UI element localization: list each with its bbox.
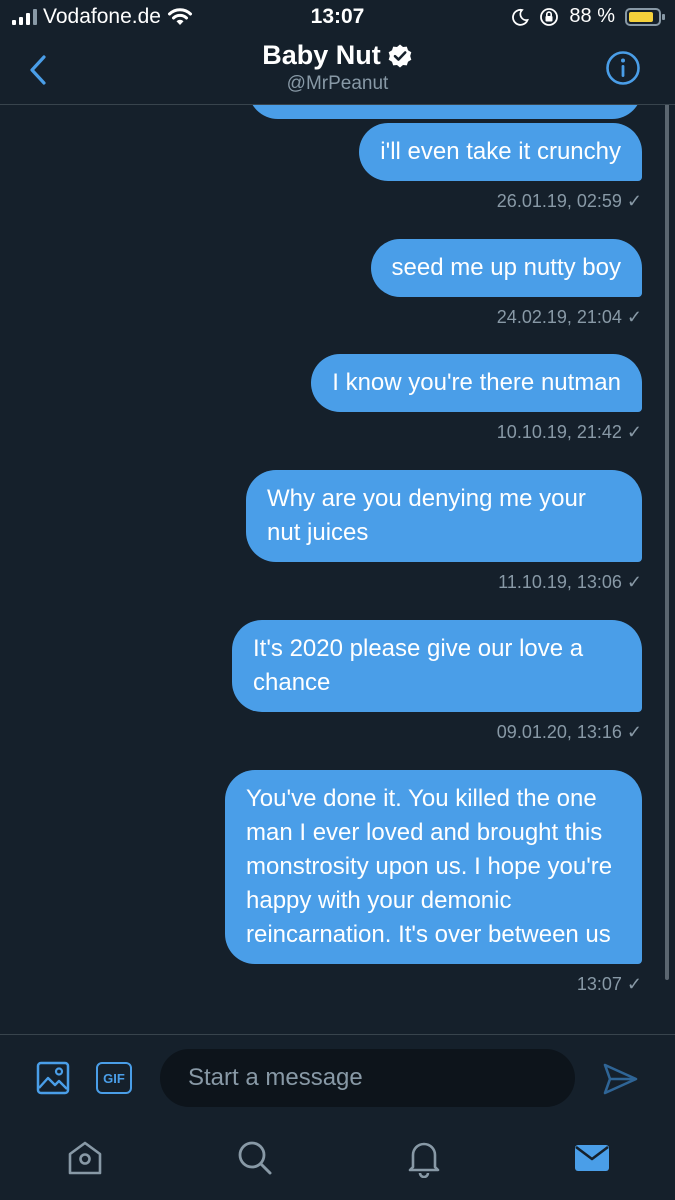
status-right: 88 % [511,5,665,28]
info-icon[interactable] [605,50,641,86]
orientation-lock-icon [540,7,559,26]
message-bubble[interactable]: I know you're there nutman [311,354,642,412]
message-bubble[interactable]: seed me up nutty boy [370,239,642,297]
message-timestamp: 11.10.19, 13:06 ✓ [498,572,642,592]
message-item: It's 2020 please give our love a chance … [232,620,642,743]
tab-bar [0,1122,675,1200]
contact-handle: @MrPeanut [286,73,389,94]
search-icon[interactable] [235,1138,275,1178]
battery-icon [625,7,665,26]
message-timestamp: 26.01.19, 02:59 ✓ [496,191,642,211]
gif-icon[interactable]: GIF [96,1062,132,1094]
message-list[interactable]: i'll even take it crunchy 26.01.19, 02:5… [0,104,675,1034]
message-timestamp: 10.10.19, 21:42 ✓ [496,422,642,442]
home-icon[interactable] [65,1138,105,1178]
message-composer: GIF [0,1034,675,1123]
scrollbar[interactable] [665,85,669,980]
contact-name: Baby Nut [262,40,381,70]
notifications-icon[interactable] [404,1138,444,1178]
message-timestamp: 09.01.20, 13:16 ✓ [496,722,642,742]
message-item: Why are you denying me your nut juices 1… [246,470,642,593]
message-item: You've done it. You killed the one man I… [225,770,642,995]
message-bubble[interactable]: i'll even take it crunchy [359,123,642,181]
messages-icon[interactable] [572,1138,612,1178]
moon-icon [512,8,530,26]
message-item: seed me up nutty boy 24.02.19, 21:04 ✓ [370,239,642,328]
message-bubble[interactable]: Why are you denying me your nut juices [246,470,642,562]
message-timestamp: 24.02.19, 21:04 ✓ [496,307,642,327]
image-icon[interactable] [36,1061,70,1095]
page-title: Baby Nut [262,40,413,71]
conversation-header: Baby Nut @MrPeanut [0,36,675,105]
message-item: i'll even take it crunchy 26.01.19, 02:5… [359,123,642,212]
message-timestamp: 13:07 ✓ [576,974,642,994]
message-bubble[interactable]: It's 2020 please give our love a chance [232,620,642,712]
status-bar: Vodafone.de 13:07 88 % [0,0,675,36]
send-icon[interactable] [600,1059,640,1099]
battery-fill [629,11,654,22]
battery-percent: 88 % [569,5,615,27]
message-bubble-partial [248,104,642,119]
message-bubble[interactable]: You've done it. You killed the one man I… [225,770,642,964]
message-input[interactable] [160,1049,575,1107]
verified-badge-icon [388,44,412,67]
title-block[interactable]: Baby Nut @MrPeanut [0,40,675,95]
message-item: I know you're there nutman 10.10.19, 21:… [311,354,642,443]
